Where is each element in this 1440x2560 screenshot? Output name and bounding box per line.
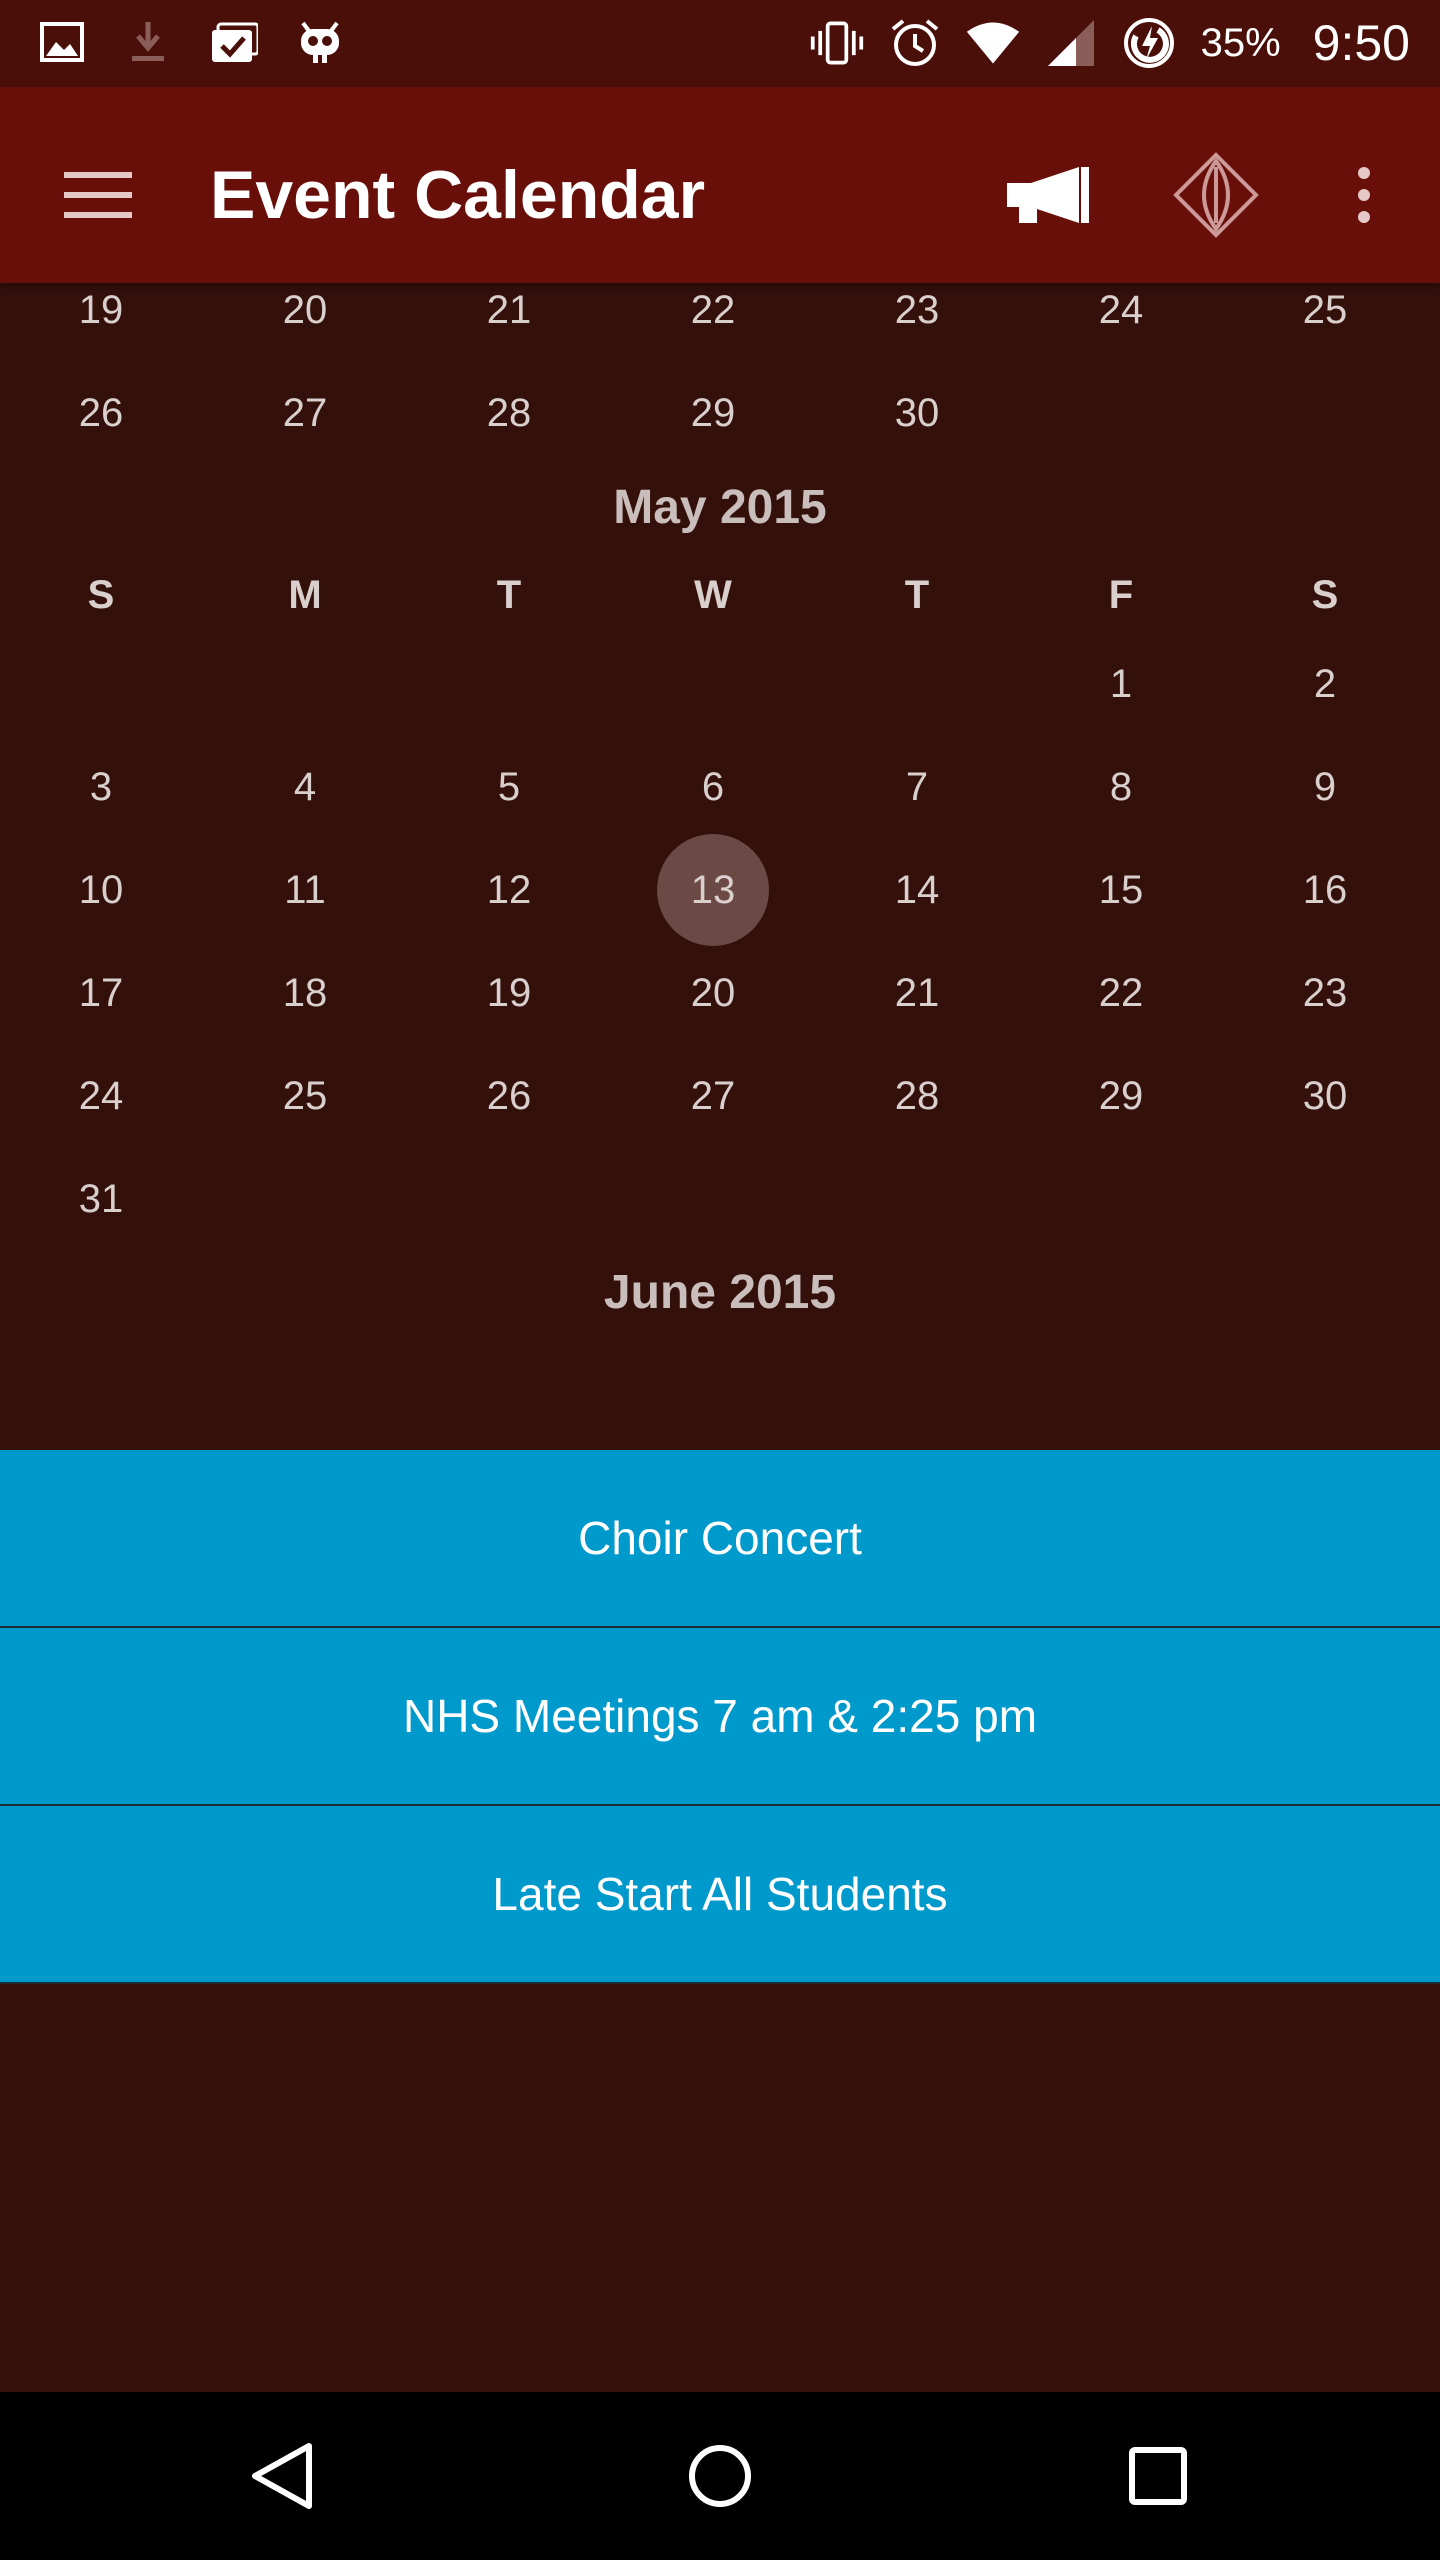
back-icon[interactable] [232,2426,332,2526]
alarm-icon [887,15,943,71]
day-cell[interactable]: 1 [1065,628,1177,740]
day-cell[interactable]: 9 [1269,731,1381,843]
day-cell[interactable]: 21 [453,283,565,366]
notification-icons [38,18,344,66]
day-cell[interactable]: 10 [45,834,157,946]
day-cell[interactable]: 3 [45,731,157,843]
day-cell[interactable]: 7 [861,731,973,843]
download-icon [124,18,172,66]
app-title: Event Calendar [210,157,706,233]
status-clock: 9:50 [1312,15,1410,71]
navigation-bar [0,2392,1440,2560]
weekday-header: S [1311,573,1339,617]
day-cell[interactable]: 29 [657,357,769,469]
day-cell[interactable]: 25 [1269,283,1381,366]
day-cell[interactable]: 29 [1065,1040,1177,1152]
day-cell[interactable]: 31 [45,1143,157,1255]
megaphone-icon[interactable] [996,145,1096,245]
day-cell[interactable]: 20 [249,283,361,366]
recents-icon[interactable] [1108,2426,1208,2526]
day-cell[interactable]: 23 [1269,937,1381,1049]
day-cell[interactable]: 27 [657,1040,769,1152]
system-icons: 35% 9:50 [809,14,1410,72]
image-icon [38,18,86,66]
day-cell[interactable]: 21 [861,937,973,1049]
weekday-header: T [904,573,930,617]
battery-percentage: 35% [1200,20,1281,65]
day-cell[interactable]: 30 [1269,1040,1381,1152]
day-cell[interactable]: 19 [453,937,565,1049]
day-cell[interactable]: 8 [1065,731,1177,843]
home-icon[interactable] [670,2426,770,2526]
month-label-june: June 2015 [603,1266,837,1319]
weekday-header: S [87,573,115,617]
day-cell[interactable]: 5 [453,731,565,843]
day-cell[interactable]: 28 [861,1040,973,1152]
day-cell[interactable]: 27 [249,357,361,469]
day-cell[interactable]: 14 [861,834,973,946]
app-bar: Event Calendar [0,87,1440,283]
day-cell[interactable]: 20 [657,937,769,1049]
battery-charging-icon [1121,15,1177,71]
day-cell[interactable]: 26 [453,1040,565,1152]
day-cell[interactable]: 19 [45,283,157,366]
event-item-choir-concert[interactable]: Choir Concert [0,1450,1440,1628]
day-cell-selected[interactable]: 13 [657,834,769,946]
day-cell[interactable]: 4 [249,731,361,843]
more-vert-icon[interactable] [1336,145,1392,245]
event-item-late-start[interactable]: Late Start All Students [0,1806,1440,1984]
day-cell[interactable]: 15 [1065,834,1177,946]
cell-signal-icon [1043,15,1099,71]
day-cell[interactable]: 24 [1065,283,1177,366]
weekday-header: F [1108,573,1134,617]
day-cell[interactable]: 16 [1269,834,1381,946]
month-label-may: May 2015 [613,481,827,534]
day-cell[interactable]: 22 [657,283,769,366]
clipboard-check-icon [210,18,258,66]
month-calendar[interactable]: 19 20 21 22 23 24 25 26 27 28 29 30 S M T W T F S 1 2 3 4 5 6 7 8 9… [0,283,1440,1450]
day-cell[interactable]: 24 [45,1040,157,1152]
weekday-header: M [288,573,322,617]
day-cell[interactable]: 17 [45,937,157,1049]
day-cell[interactable]: 25 [249,1040,361,1152]
day-cell[interactable]: 2 [1269,628,1381,740]
event-list: Choir Concert NHS Meetings 7 am & 2:25 p… [0,1450,1440,1984]
day-cell[interactable]: 18 [249,937,361,1049]
menu-icon[interactable] [50,147,146,243]
day-cell[interactable]: 23 [861,283,973,366]
weekday-header: T [496,573,522,617]
status-bar: 35% 9:50 [0,0,1440,87]
wifi-icon [965,15,1021,71]
day-cell[interactable]: 28 [453,357,565,469]
day-cell[interactable]: 6 [657,731,769,843]
android-bot-icon [296,18,344,66]
weekday-header: W [694,573,732,617]
day-cell[interactable]: 12 [453,834,565,946]
day-cell[interactable]: 22 [1065,937,1177,1049]
diamond-logo-icon[interactable] [1166,143,1266,247]
vibrate-icon [809,15,865,71]
day-cell[interactable]: 30 [861,357,973,469]
event-item-nhs-meetings[interactable]: NHS Meetings 7 am & 2:25 pm [0,1628,1440,1806]
day-cell[interactable]: 11 [249,834,361,946]
day-cell[interactable]: 26 [45,357,157,469]
